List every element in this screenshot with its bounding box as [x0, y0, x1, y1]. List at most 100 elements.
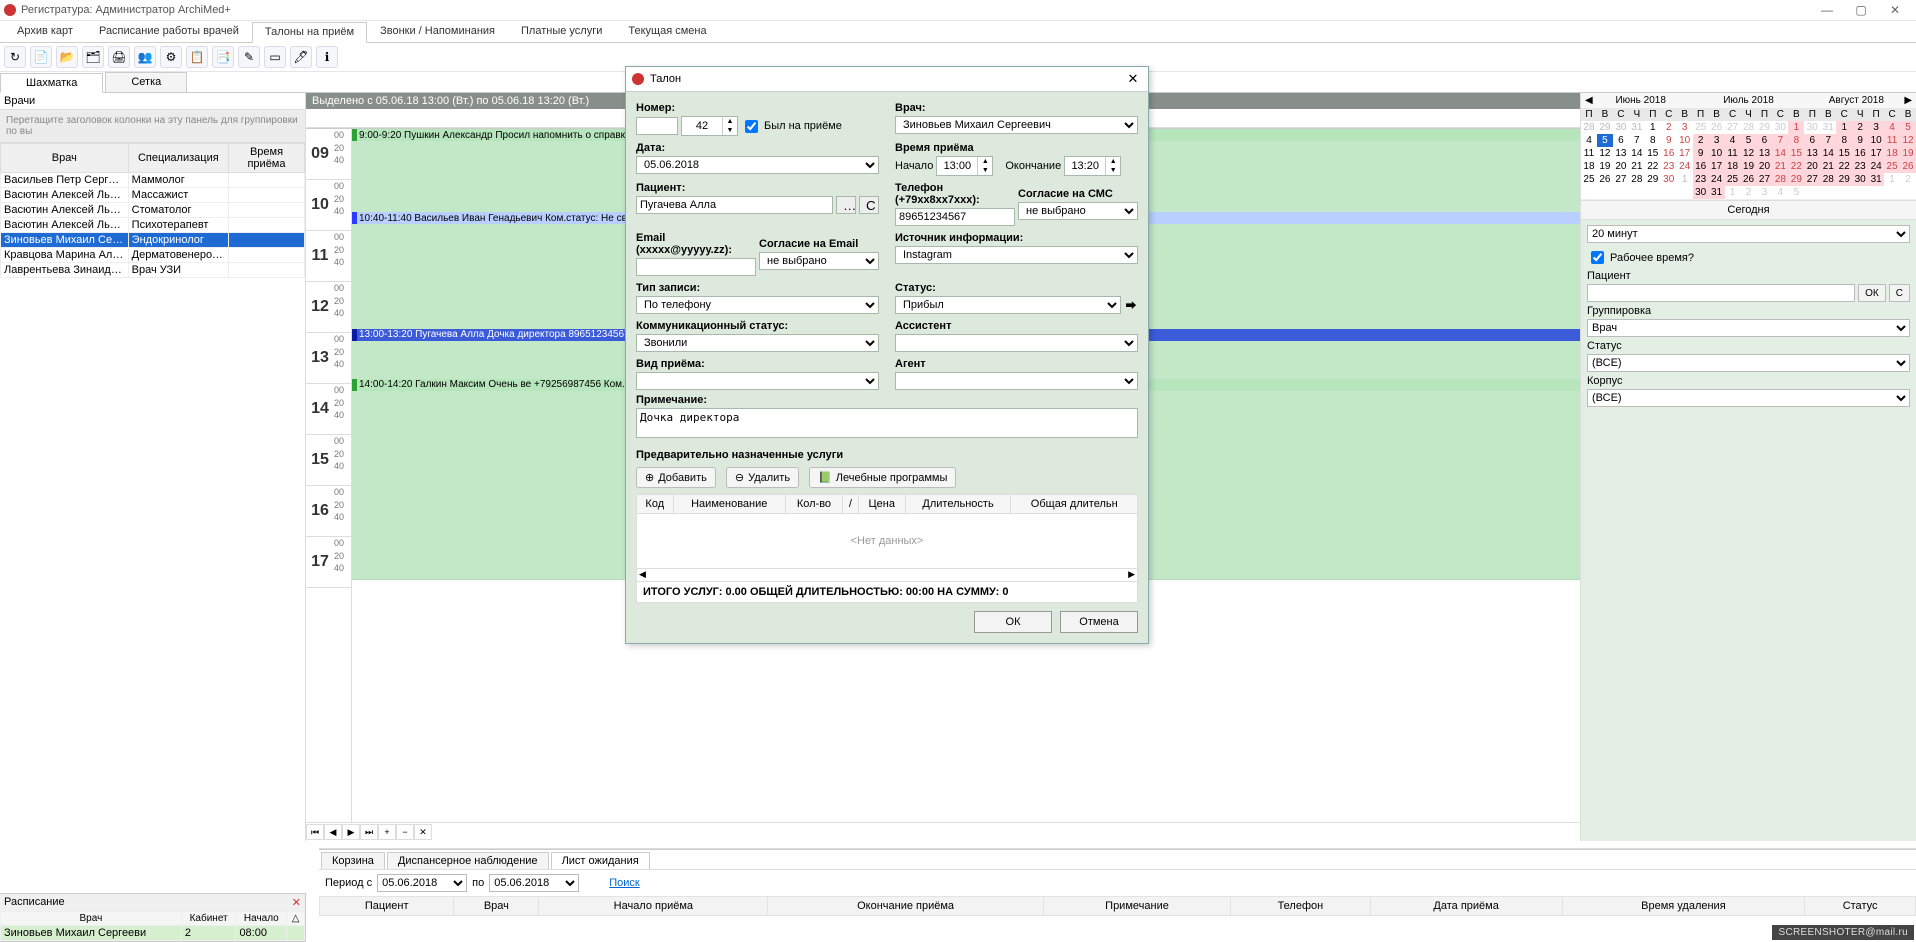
agent-select[interactable]	[895, 372, 1138, 390]
table-row[interactable]: Васютин Алексей ЛьвовичСтоматолог	[1, 203, 305, 218]
corpus-select[interactable]: (ВСЕ)	[1587, 389, 1910, 407]
visit-type-select[interactable]	[636, 372, 879, 390]
subtab-grid[interactable]: Сетка	[105, 72, 187, 92]
nav-last[interactable]: ⏭	[360, 824, 378, 840]
status-select[interactable]: (ВСЕ)	[1587, 354, 1910, 372]
comm-status-select[interactable]: Звонили	[636, 334, 879, 352]
email-input[interactable]	[636, 258, 756, 276]
tool-icon-3[interactable]: 🗂	[82, 46, 104, 68]
svc-col[interactable]: Кол-во	[785, 495, 842, 514]
sched-col-start[interactable]: Начало	[236, 912, 287, 926]
patient-s-button[interactable]: С	[1889, 284, 1910, 302]
source-select[interactable]: Instagram	[895, 246, 1138, 264]
col-spec[interactable]: Специализация	[128, 144, 228, 173]
hscroll-left-icon[interactable]: ◀	[639, 569, 646, 581]
number-input-2[interactable]	[682, 119, 722, 133]
worktime-checkbox[interactable]	[1591, 251, 1604, 264]
nav-close[interactable]: ✕	[414, 824, 432, 840]
tool-icon-1[interactable]: 📄	[30, 46, 52, 68]
bottom-tab-wait[interactable]: Лист ожидания	[551, 852, 650, 869]
add-service-button[interactable]: ⊕Добавить	[636, 467, 716, 488]
svc-col[interactable]: Код	[637, 495, 674, 514]
svc-col[interactable]: Цена	[858, 495, 905, 514]
phone-input[interactable]	[895, 208, 1015, 226]
start-time-input[interactable]	[937, 159, 977, 173]
search-link[interactable]: Поиск	[609, 877, 639, 889]
subtab-chess[interactable]: Шахматка	[0, 73, 103, 93]
was-visit-checkbox[interactable]	[745, 120, 758, 133]
bottom-tab-disp[interactable]: Диспансерное наблюдение	[387, 852, 549, 869]
tab-schedule[interactable]: Расписание работы врачей	[86, 21, 252, 42]
tab-tickets[interactable]: Талоны на приём	[252, 22, 367, 43]
number-input-1[interactable]	[636, 117, 678, 135]
dialog-close-button[interactable]: ✕	[1124, 71, 1142, 87]
tool-icon-2[interactable]: 📂	[56, 46, 78, 68]
bottom-tab-trash[interactable]: Корзина	[321, 852, 385, 869]
wait-col[interactable]: Телефон	[1231, 897, 1371, 916]
patient-search-input[interactable]	[1587, 284, 1855, 302]
select-icon[interactable]: ▭	[264, 46, 286, 68]
patient-browse-button[interactable]: …	[836, 196, 856, 214]
table-row[interactable]: Кравцова Марина АлександДерматовенеролог	[1, 248, 305, 263]
dialog-cancel-button[interactable]: Отмена	[1060, 611, 1138, 633]
assist-select[interactable]	[895, 334, 1138, 352]
treatment-programs-button[interactable]: 📗Лечебные программы	[809, 467, 956, 488]
wait-col[interactable]: Начало приёма	[539, 897, 768, 916]
nav-next[interactable]: ▶	[342, 824, 360, 840]
schedule-row[interactable]: Зиновьев Михаил Сергееви 2 08:00	[1, 926, 305, 941]
window-min-button[interactable]: —	[1810, 3, 1844, 17]
refresh-icon[interactable]: ↻	[4, 46, 26, 68]
group-select[interactable]: Врач	[1587, 319, 1910, 337]
note-textarea[interactable]: Дочка директора	[636, 408, 1138, 438]
table-row[interactable]: Васильев Петр СергеевичМаммолог	[1, 173, 305, 188]
table-row[interactable]: Васютин Алексей ЛьвовичМассажист	[1, 188, 305, 203]
wait-col[interactable]: Дата приёма	[1370, 897, 1562, 916]
period-to[interactable]: 05.06.2018	[489, 874, 579, 892]
tab-paid[interactable]: Платные услуги	[508, 21, 615, 42]
patient-input[interactable]	[636, 196, 833, 214]
svc-col[interactable]: /	[842, 495, 858, 514]
tab-archive[interactable]: Архив карт	[4, 21, 86, 42]
rec-type-select[interactable]: По телефону	[636, 296, 879, 314]
wait-col[interactable]: Примечание	[1043, 897, 1230, 916]
users-icon[interactable]: 👥	[134, 46, 156, 68]
svc-col[interactable]: Наименование	[673, 495, 785, 514]
table-row[interactable]: Лаврентьева Зинаида СтепВрач УЗИ	[1, 263, 305, 278]
period-from[interactable]: 05.06.2018	[377, 874, 467, 892]
tab-shift[interactable]: Текущая смена	[615, 21, 719, 42]
svc-col[interactable]: Общая длительн	[1011, 495, 1138, 514]
wait-col[interactable]: Статус	[1805, 897, 1916, 916]
patient-clear-button[interactable]: С	[859, 196, 879, 214]
table-row[interactable]: Васютин Алексей ЛьвовичПсихотерапевт	[1, 218, 305, 233]
patient-ok-button[interactable]: ОК	[1858, 284, 1886, 302]
info-icon[interactable]: ℹ	[316, 46, 338, 68]
table-row[interactable]: Зиновьев Михаил СергеевичЭндокринолог	[1, 233, 305, 248]
sched-col-cab[interactable]: Кабинет	[181, 912, 236, 926]
close-icon[interactable]: ✕	[292, 896, 301, 909]
nav-first[interactable]: ⏮	[306, 824, 324, 840]
interval-select[interactable]: 20 минут	[1587, 225, 1910, 243]
wait-col[interactable]: Время удаления	[1562, 897, 1805, 916]
svc-col[interactable]: Длительность	[905, 495, 1011, 514]
date-select[interactable]: 05.06.2018	[636, 156, 879, 174]
nav-plus[interactable]: +	[378, 824, 396, 840]
hscroll-right-icon[interactable]: ▶	[1128, 569, 1135, 581]
pen-icon[interactable]: 🖊	[290, 46, 312, 68]
delete-service-button[interactable]: ⊖Удалить	[726, 467, 799, 488]
filter-icon[interactable]: ⚙	[160, 46, 182, 68]
wait-col[interactable]: Окончание приёма	[768, 897, 1044, 916]
window-max-button[interactable]: ▢	[1844, 3, 1878, 17]
tab-calls[interactable]: Звонки / Напоминания	[367, 21, 508, 42]
email-consent-select[interactable]: не выбрано	[759, 252, 879, 270]
tool-icon-7[interactable]: 📋	[186, 46, 208, 68]
print-icon[interactable]: 🖨	[108, 46, 130, 68]
wait-col[interactable]: Пациент	[320, 897, 454, 916]
nav-minus[interactable]: −	[396, 824, 414, 840]
nav-prev[interactable]: ◀	[324, 824, 342, 840]
col-time[interactable]: Время приёма	[228, 144, 304, 173]
dialog-ok-button[interactable]: ОК	[974, 611, 1052, 633]
end-time-input[interactable]	[1065, 159, 1105, 173]
col-doctor[interactable]: Врач	[1, 144, 129, 173]
doctor-select[interactable]: Зиновьев Михаил Сергеевич	[895, 116, 1138, 134]
edit-icon[interactable]: ✎	[238, 46, 260, 68]
